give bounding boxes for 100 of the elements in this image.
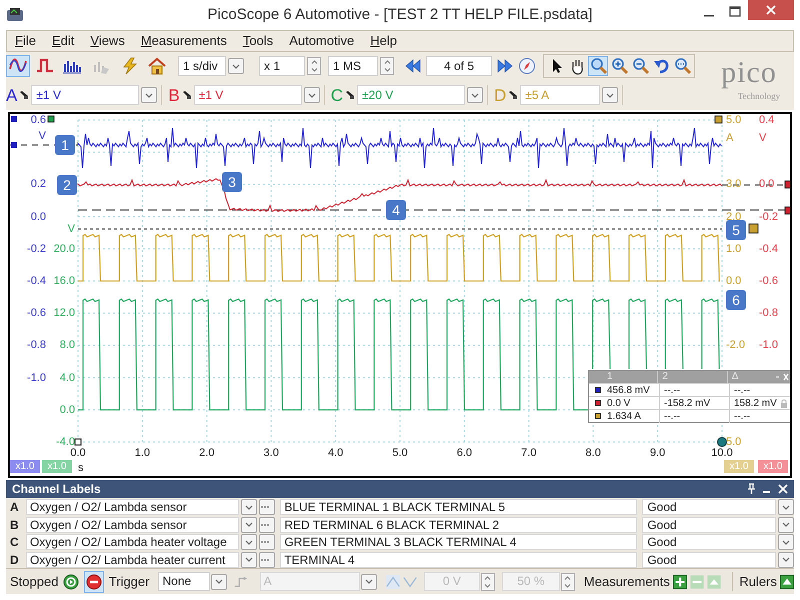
axis-label: 4.0: [58, 372, 75, 384]
more-button[interactable]: [259, 552, 276, 568]
view-mode-button[interactable]: [6, 55, 30, 77]
spin-button[interactable]: [307, 57, 321, 75]
dropdown-button[interactable]: [304, 87, 320, 103]
dropdown-button[interactable]: [211, 574, 228, 590]
ruler-handle[interactable]: [784, 180, 790, 188]
range-field[interactable]: ±1 V: [194, 85, 302, 105]
axis-handle[interactable]: [11, 116, 17, 122]
rising-edge-icon: [386, 574, 400, 588]
channel-letter: D: [9, 552, 20, 568]
rewind-icon[interactable]: [403, 57, 423, 75]
axis-label: 5.0: [726, 436, 742, 448]
probe-icon[interactable]: [344, 90, 355, 100]
dropdown-button[interactable]: [228, 58, 244, 74]
menu-item[interactable]: Help: [362, 31, 405, 51]
fast-forward-icon[interactable]: [495, 57, 515, 75]
dropdown-button[interactable]: [141, 87, 158, 103]
axis-handle[interactable]: [48, 116, 54, 122]
close-button[interactable]: [748, 0, 794, 20]
magnifier-icon: [589, 57, 607, 75]
marker-label[interactable]: 2: [57, 175, 77, 195]
samples-field[interactable]: 1 MS: [328, 56, 378, 76]
description-field[interactable]: RED TERMINAL 6 BLACK TERMINAL 2: [280, 516, 638, 532]
probe-icon[interactable]: [508, 90, 518, 100]
axis-handle[interactable]: [714, 116, 722, 124]
menu-item[interactable]: Views: [82, 31, 133, 51]
stop-button[interactable]: [84, 570, 104, 592]
probe-icon[interactable]: [19, 90, 30, 100]
menu-item[interactable]: Measurements: [132, 31, 235, 51]
type-field[interactable]: Oxygen / O2/ Lambda sensor: [26, 516, 240, 532]
marker-label[interactable]: 5: [726, 220, 746, 240]
status-field[interactable]: Good: [642, 534, 776, 550]
axis-handle[interactable]: [717, 437, 727, 447]
chevron-down-icon: [782, 540, 790, 544]
ruler-handle[interactable]: [784, 206, 790, 214]
dropdown-button[interactable]: [466, 87, 483, 103]
channel-letter: B: [9, 516, 20, 534]
axis-handle[interactable]: [74, 438, 82, 446]
trigger-mode-field[interactable]: None: [158, 572, 210, 591]
menu-item[interactable]: Tools: [234, 31, 282, 51]
type-field[interactable]: Oxygen / O2/ Lambda heater voltage: [26, 534, 240, 550]
marker-label[interactable]: 1: [55, 135, 75, 155]
zoom-field[interactable]: x 1: [259, 56, 305, 76]
chevron-down-icon: [606, 92, 614, 98]
axis-label: -0.2: [759, 210, 779, 223]
dropdown-button[interactable]: [360, 574, 377, 590]
compass-icon[interactable]: [518, 57, 536, 75]
table-cell-text: 456.8 mV: [607, 384, 651, 396]
menu-item[interactable]: Edit: [44, 31, 82, 51]
dropdown-button[interactable]: [778, 534, 794, 550]
description-field[interactable]: GREEN TERMINAL 3 BLACK TERMINAL 4: [280, 534, 638, 550]
description-field[interactable]: BLUE TERMINAL 1 BLACK TERMINAL 5: [280, 499, 638, 515]
pin-icon[interactable]: [746, 483, 756, 495]
spin-button[interactable]: [380, 57, 394, 75]
dropdown-button[interactable]: [778, 499, 794, 515]
dropdown-button[interactable]: [241, 552, 258, 568]
menu-item[interactable]: Automotive: [281, 31, 362, 51]
close-icon[interactable]: [778, 483, 788, 495]
buffer-field[interactable]: 4 of 5: [426, 56, 492, 76]
marker-label[interactable]: 3: [222, 172, 242, 192]
measurements-label: Measurements: [584, 572, 670, 591]
channel-letter: A: [9, 499, 20, 516]
marker-label[interactable]: 4: [386, 200, 406, 220]
chevron-up-icon: [564, 576, 572, 580]
status-field[interactable]: Good: [642, 516, 776, 532]
range-field[interactable]: ±1 V: [31, 85, 140, 105]
dropdown-button[interactable]: [778, 552, 794, 568]
axis-label: 12.0: [52, 307, 75, 320]
description-field[interactable]: TERMINAL 4: [280, 552, 638, 568]
ruler-handle[interactable]: [748, 224, 758, 234]
axis-label: 3.0: [262, 447, 280, 459]
axis-label: 0.0: [30, 210, 46, 223]
timebase-field[interactable]: 1 s/div: [178, 56, 226, 76]
window-title: PicoScope 6 Automotive - [TEST 2 TT HELP FILE.psdata]: [206, 4, 594, 25]
dropdown-button[interactable]: [602, 87, 618, 103]
spin-button[interactable]: [480, 572, 495, 590]
spin-button[interactable]: [560, 572, 575, 590]
table-controls-icon[interactable]: [774, 372, 790, 382]
dropdown-button[interactable]: [241, 499, 258, 515]
rulers-icon[interactable]: [780, 574, 794, 590]
type-field[interactable]: Oxygen / O2/ Lambda heater current: [26, 552, 240, 568]
more-button[interactable]: [259, 534, 276, 550]
dropdown-button[interactable]: [241, 534, 258, 550]
dropdown-button[interactable]: [778, 516, 794, 532]
home-icon[interactable]: [147, 57, 167, 75]
type-field[interactable]: Oxygen / O2/ Lambda sensor: [26, 499, 240, 515]
more-button[interactable]: [259, 499, 276, 515]
probe-icon[interactable]: [182, 90, 192, 100]
axis-handle[interactable]: [11, 142, 17, 148]
axis-label: 8.0: [584, 447, 602, 459]
status-field[interactable]: Good: [642, 552, 776, 568]
reference-line: [10, 144, 78, 146]
menu-item[interactable]: File: [7, 31, 44, 51]
chevron-down-icon: [215, 579, 224, 584]
more-button[interactable]: [259, 516, 276, 532]
marker-label[interactable]: 6: [726, 290, 746, 310]
add-icon[interactable]: [672, 574, 688, 590]
status-field[interactable]: Good: [642, 499, 776, 515]
dropdown-button[interactable]: [241, 516, 258, 532]
